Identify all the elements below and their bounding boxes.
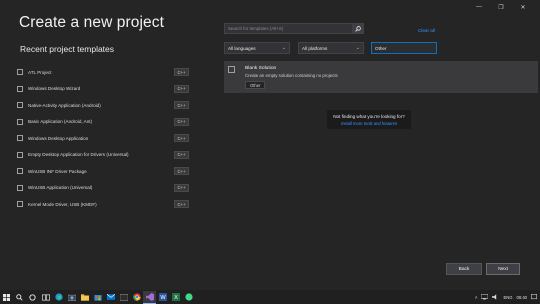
- cortana-icon[interactable]: [26, 291, 39, 304]
- recent-template-label: Windows Desktop Wizard: [28, 86, 81, 92]
- svg-text:X: X: [174, 295, 178, 301]
- project-type-filter-value: Other: [375, 45, 387, 51]
- recent-template-label: Native-Activity Application (Android): [28, 102, 101, 108]
- project-template-icon: [17, 69, 23, 76]
- project-template-icon: [17, 85, 23, 92]
- platform-filter-dropdown[interactable]: All platforms ⌄: [298, 42, 364, 54]
- recent-template-item[interactable]: Empty Desktop Application for Drivers (U…: [17, 147, 189, 164]
- template-description: Create an empty solution containing no p…: [245, 73, 338, 78]
- language-badge: C++: [174, 68, 189, 77]
- template-tag: Other: [245, 81, 266, 89]
- mail-icon[interactable]: [104, 291, 117, 304]
- visual-studio-icon[interactable]: [143, 290, 156, 304]
- recent-template-item[interactable]: WinUSB Application (Universal) C++: [17, 180, 189, 197]
- language-filter-dropdown[interactable]: All languages ⌄: [224, 42, 290, 54]
- notifications-icon[interactable]: [531, 293, 537, 301]
- recent-templates-heading: Recent project templates: [20, 44, 115, 54]
- recent-template-label: Basic Application (Android, Ant): [28, 119, 93, 125]
- platform-filter-value: All platforms: [302, 45, 328, 51]
- store-icon[interactable]: [91, 291, 104, 304]
- search-icon[interactable]: [352, 24, 363, 33]
- terminal-icon[interactable]: [117, 291, 130, 304]
- language-badge: C++: [174, 117, 189, 126]
- recent-template-label: Kernel Mode Driver, USB (KMDF): [28, 201, 97, 207]
- clock[interactable]: 06:40: [517, 295, 527, 300]
- chrome-icon[interactable]: [130, 291, 143, 304]
- language-badge: C++: [174, 101, 189, 110]
- recent-template-item[interactable]: WinUSB INF Driver Package C++: [17, 163, 189, 180]
- task-view-icon[interactable]: [39, 291, 52, 304]
- camera-app-icon[interactable]: [65, 291, 78, 304]
- language-badge: C++: [174, 200, 189, 209]
- project-template-icon: [17, 168, 23, 175]
- language-badge: C++: [174, 167, 189, 176]
- close-icon[interactable]: ✕: [512, 2, 534, 12]
- window-controls: — ❐ ✕: [468, 2, 534, 12]
- solution-icon: [228, 66, 235, 73]
- clear-all-link[interactable]: Clear all: [418, 28, 435, 33]
- template-name: Blank Solution: [245, 66, 277, 71]
- system-tray: ˄ ENG 06:40: [475, 290, 537, 304]
- recent-templates-list: ATL Project C++ Windows Desktop Wizard C…: [17, 64, 189, 213]
- network-icon[interactable]: [481, 293, 489, 301]
- project-template-icon: [17, 201, 23, 208]
- recent-template-label: Windows Desktop Application: [28, 135, 89, 141]
- taskbar: W X ˄ ENG 06:40: [0, 290, 540, 304]
- recent-template-label: ATL Project: [28, 69, 52, 75]
- search-input[interactable]: [225, 24, 352, 33]
- back-button[interactable]: Back: [446, 263, 482, 275]
- not-finding-panel: Not finding what you're looking for? Ins…: [327, 110, 411, 129]
- template-search-box: [224, 23, 364, 34]
- project-type-filter-dropdown[interactable]: Other: [371, 42, 437, 54]
- recent-template-item[interactable]: Windows Desktop Wizard C++: [17, 81, 189, 98]
- android-studio-icon[interactable]: [182, 291, 195, 304]
- next-button[interactable]: Next: [486, 263, 520, 275]
- recent-template-item[interactable]: Kernel Mode Driver, USB (KMDF) C++: [17, 196, 189, 213]
- word-icon[interactable]: W: [156, 291, 169, 304]
- language-filter-value: All languages: [228, 45, 256, 51]
- project-template-icon: [17, 118, 23, 125]
- language-badge: C++: [174, 134, 189, 143]
- project-template-icon: [17, 102, 23, 109]
- minimize-icon[interactable]: —: [468, 2, 490, 12]
- project-template-icon: [17, 184, 23, 191]
- excel-icon[interactable]: X: [169, 291, 182, 304]
- project-template-icon: [17, 135, 23, 142]
- language-badge: C++: [174, 150, 189, 159]
- recent-template-label: WinUSB Application (Universal): [28, 185, 93, 191]
- start-icon[interactable]: [0, 291, 13, 304]
- recent-template-label: WinUSB INF Driver Package: [28, 168, 87, 174]
- template-item-blank-solution[interactable]: Blank Solution Create an empty solution …: [224, 61, 538, 93]
- chevron-up-icon[interactable]: ˄: [475, 295, 477, 300]
- page-title: Create a new project: [19, 14, 165, 31]
- file-explorer-icon[interactable]: [78, 291, 91, 304]
- install-more-tools-link[interactable]: Install more tools and features: [341, 121, 397, 126]
- volume-icon[interactable]: [492, 293, 499, 301]
- recent-template-label: Empty Desktop Application for Drivers (U…: [28, 152, 129, 158]
- language-badge: C++: [174, 84, 189, 93]
- recent-template-item[interactable]: ATL Project C++: [17, 64, 189, 81]
- svg-text:W: W: [160, 295, 166, 301]
- chevron-down-icon: ⌄: [355, 45, 360, 51]
- chevron-down-icon: ⌄: [281, 45, 286, 51]
- edge-browser-icon[interactable]: [52, 291, 65, 304]
- recent-template-item[interactable]: Windows Desktop Application C++: [17, 130, 189, 147]
- not-finding-title: Not finding what you're looking for?: [333, 113, 405, 119]
- language-badge: C++: [174, 183, 189, 192]
- input-language[interactable]: ENG: [503, 295, 512, 300]
- recent-template-item[interactable]: Native-Activity Application (Android) C+…: [17, 97, 189, 114]
- project-template-icon: [17, 151, 23, 158]
- search-icon[interactable]: [13, 291, 26, 304]
- recent-template-item[interactable]: Basic Application (Android, Ant) C++: [17, 114, 189, 131]
- restore-icon[interactable]: ❐: [490, 2, 512, 12]
